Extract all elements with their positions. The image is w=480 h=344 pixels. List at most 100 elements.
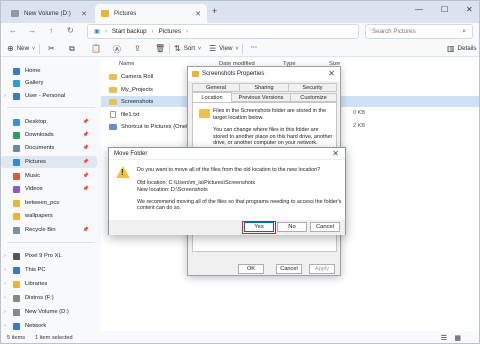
tab-new-volume[interactable]: New Volume (D:) ✕: [5, 4, 93, 23]
tab-bar: New Volume (D:) ✕ Pictures ✕ + — ☐ ✕: [1, 1, 479, 23]
tab-customize[interactable]: Customize: [290, 93, 337, 102]
address-bar[interactable]: ▣ › Start backup › Pictures ›: [87, 24, 359, 39]
minimize-icon[interactable]: —: [415, 5, 423, 14]
sidebar-item-gallery[interactable]: Gallery: [1, 77, 97, 89]
tiles-view-icon[interactable]: ▦: [454, 334, 461, 342]
sort-label: Sort: [183, 45, 196, 52]
tab-sharing[interactable]: Sharing: [239, 83, 289, 92]
sidebar-item-documents[interactable]: Documents 📌: [1, 142, 97, 154]
videos-icon: [13, 185, 20, 193]
tab-pictures[interactable]: Pictures ✕: [95, 4, 207, 23]
close-icon[interactable]: ✕: [81, 10, 87, 18]
sort-icon: ⇅: [174, 44, 181, 53]
chevron-right-icon: ›: [185, 28, 188, 35]
share-icon[interactable]: ⇪: [134, 44, 144, 53]
file-name: Camera Roll: [121, 73, 154, 80]
column-header-name[interactable]: Name: [119, 58, 134, 70]
pin-icon: 📌: [82, 119, 89, 125]
cancel-button[interactable]: Cancel: [276, 264, 302, 274]
rename-icon[interactable]: Ⓐ: [113, 44, 124, 55]
close-icon[interactable]: ✕: [195, 10, 201, 18]
properties-title-bar: Screenshots Properties ✕: [188, 67, 340, 81]
chevron-right-icon[interactable]: ›: [1, 93, 9, 99]
sidebar-item-between-pcs[interactable]: between_pcs: [1, 197, 97, 209]
cancel-button[interactable]: Cancel: [310, 222, 340, 232]
chevron-right-icon[interactable]: ›: [1, 309, 9, 315]
address-row: ← → ↑ ↻ ▣ › Start backup › Pictures › Se…: [1, 23, 479, 41]
sidebar-item-new-volume[interactable]: › New Volume (D:): [1, 306, 97, 318]
paste-icon[interactable]: 📋: [91, 44, 104, 53]
folder-icon: [13, 199, 20, 207]
more-options-button[interactable]: ···: [251, 44, 257, 51]
chevron-right-icon: ›: [104, 28, 107, 35]
apply-button[interactable]: Apply: [309, 264, 335, 274]
new-tab-icon[interactable]: +: [212, 6, 217, 16]
sidebar-item-network[interactable]: › Network: [1, 320, 97, 332]
breadcrumb-pictures[interactable]: Pictures: [159, 28, 181, 35]
details-button[interactable]: ▥ Details: [447, 44, 476, 53]
documents-icon: [13, 144, 20, 152]
sidebar-item-libraries[interactable]: › Libraries: [1, 278, 97, 290]
sidebar-item-desktop[interactable]: Desktop 📌: [1, 116, 97, 128]
chevron-right-icon[interactable]: ›: [1, 253, 9, 259]
forward-icon[interactable]: →: [28, 26, 36, 35]
view-button[interactable]: ☰ View ˅: [209, 44, 238, 53]
refresh-icon[interactable]: ↻: [67, 26, 74, 35]
location-help-text: You can change where files in this folde…: [213, 127, 333, 147]
tab-previous-versions[interactable]: Previous Versions: [231, 93, 291, 102]
file-size: 2 KB: [353, 123, 366, 129]
sidebar-item-this-pc[interactable]: › This PC: [1, 264, 97, 276]
navigation-pane: Home Gallery › User - Personal Desktop 📌 D…: [1, 58, 99, 331]
close-window-icon[interactable]: ✕: [466, 5, 473, 14]
shortcut-icon: [109, 123, 117, 130]
up-icon[interactable]: ↑: [49, 26, 53, 35]
sidebar-item-pictures[interactable]: Pictures 📌: [1, 156, 97, 168]
drive-icon: [11, 10, 19, 17]
back-icon[interactable]: ←: [9, 26, 17, 35]
libraries-icon: [13, 280, 20, 288]
sidebar-item-label: Desktop: [25, 119, 47, 125]
home-icon: [13, 67, 20, 75]
sidebar-item-distros[interactable]: › Distros (F:): [1, 292, 97, 304]
close-icon[interactable]: ✕: [332, 149, 339, 158]
no-button[interactable]: No: [277, 222, 307, 232]
chevron-down-icon: ˅: [32, 45, 36, 52]
chevron-right-icon[interactable]: ›: [1, 281, 9, 287]
sidebar-item-wallpapers[interactable]: wallpapers: [1, 210, 97, 222]
new-button[interactable]: ⊕ New ˅: [7, 44, 35, 53]
chevron-right-icon[interactable]: ›: [1, 295, 9, 301]
drive-icon: [13, 294, 20, 302]
plus-icon: ⊕: [7, 44, 14, 53]
breadcrumb-start-backup[interactable]: Start backup: [112, 28, 147, 35]
sidebar-item-videos[interactable]: Videos 📌: [1, 183, 97, 195]
sidebar-item-onedrive[interactable]: › User - Personal: [1, 90, 97, 102]
cut-icon[interactable]: ✂: [48, 44, 58, 53]
divider: [242, 44, 243, 54]
chevron-right-icon[interactable]: ›: [1, 323, 9, 329]
sidebar-item-pixel[interactable]: › Pixel 9 Pro XL: [1, 250, 97, 262]
sidebar-item-recycle-bin[interactable]: Recycle Bin 📌: [1, 224, 97, 236]
search-input[interactable]: Search Pictures ⌕: [365, 24, 473, 39]
file-name: Screenshots: [121, 98, 154, 105]
ok-button[interactable]: OK: [238, 264, 264, 274]
delete-icon[interactable]: 🗑: [155, 44, 168, 53]
close-icon[interactable]: ✕: [328, 69, 335, 78]
folder-icon: [192, 71, 199, 77]
sidebar-item-home[interactable]: Home: [1, 65, 97, 77]
divider: [7, 242, 95, 243]
maximize-icon[interactable]: ☐: [441, 5, 448, 14]
old-location: Old location: C:\Users\m_la\Pictures\Scr…: [137, 180, 256, 186]
new-location: New location: D:\Screenshots: [137, 186, 208, 193]
sidebar-item-label: Recycle Bin: [25, 227, 56, 233]
sort-button[interactable]: ⇅ Sort ˅: [174, 44, 201, 53]
sidebar-item-music[interactable]: Music 📌: [1, 170, 97, 182]
tab-general[interactable]: General: [192, 83, 240, 92]
folder-icon: [101, 10, 109, 17]
folder-icon: [109, 98, 117, 105]
sidebar-item-downloads[interactable]: Downloads 📌: [1, 129, 97, 141]
pin-icon: 📌: [82, 186, 89, 192]
copy-icon[interactable]: ⧉: [69, 44, 78, 54]
chevron-right-icon[interactable]: ›: [1, 267, 9, 273]
details-view-icon[interactable]: ☰: [441, 334, 447, 342]
tab-security[interactable]: Security: [288, 83, 337, 92]
